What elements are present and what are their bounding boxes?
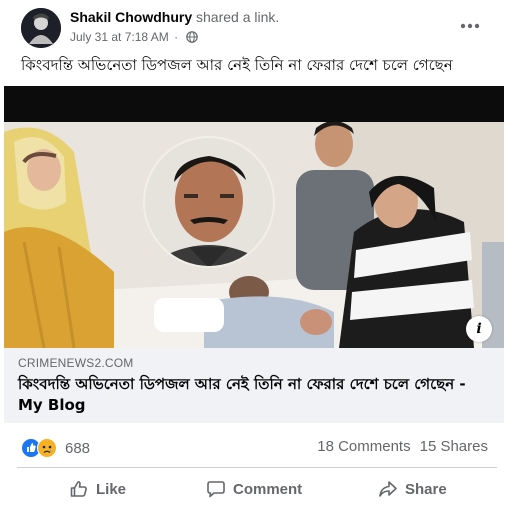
post-card: Shakil Chowdhury shared a link. July 31 … xyxy=(0,0,513,515)
thumbs-up-icon xyxy=(70,481,87,497)
comment-button[interactable]: Comment xyxy=(206,474,302,504)
comment-bubble-icon xyxy=(207,481,225,498)
share-label: Share xyxy=(405,480,447,498)
info-icon: i xyxy=(476,321,482,337)
author-line: Shakil Chowdhury shared a link. xyxy=(70,9,279,25)
more-horizontal-icon xyxy=(460,23,480,29)
link-preview-image[interactable]: i xyxy=(4,86,504,348)
post-meta: July 31 at 7:18 AM · xyxy=(70,30,199,44)
post-timestamp[interactable]: July 31 at 7:18 AM xyxy=(70,30,169,44)
like-button[interactable]: Like xyxy=(69,474,126,504)
link-preview-footer[interactable]: CRIMENEWS2.COM কিংবদন্তি অভিনেতা ডিপজল আ… xyxy=(4,348,504,423)
more-options-button[interactable] xyxy=(457,13,483,39)
author-name[interactable]: Shakil Chowdhury xyxy=(70,9,192,25)
shares-count-link[interactable]: 15 Shares xyxy=(420,438,488,455)
post-text: কিংবদন্তি অভিনেতা ডিপজল আর নেই তিনি না ফ… xyxy=(21,56,453,74)
reaction-count: 688 xyxy=(65,439,91,457)
link-title[interactable]: কিংবদন্তি অভিনেতা ডিপজল আর নেই তিনি না ফ… xyxy=(18,374,488,416)
meta-separator: · xyxy=(174,30,179,44)
comments-count-link[interactable]: 18 Comments xyxy=(317,438,410,455)
share-arrow-icon xyxy=(379,481,397,497)
info-button[interactable]: i xyxy=(466,316,492,342)
author-avatar[interactable] xyxy=(21,8,61,48)
link-domain: CRIMENEWS2.COM xyxy=(18,356,134,370)
avatar-image xyxy=(21,8,61,48)
image-top-band xyxy=(4,86,504,122)
share-action-text: shared a link. xyxy=(196,9,280,25)
engagement-stats: 18 Comments 15 Shares xyxy=(317,438,488,455)
comment-label: Comment xyxy=(233,480,303,498)
sad-reaction-icon xyxy=(37,438,57,458)
news-photo xyxy=(4,122,504,348)
share-button[interactable]: Share xyxy=(378,474,447,504)
globe-icon[interactable] xyxy=(186,31,199,43)
reactions-summary[interactable]: 688 xyxy=(21,437,90,459)
action-divider xyxy=(17,467,497,468)
link-preview[interactable]: i CRIMENEWS2.COM কিংবদন্তি অভিনেতা ডিপজল… xyxy=(4,86,504,423)
like-label: Like xyxy=(96,480,127,498)
